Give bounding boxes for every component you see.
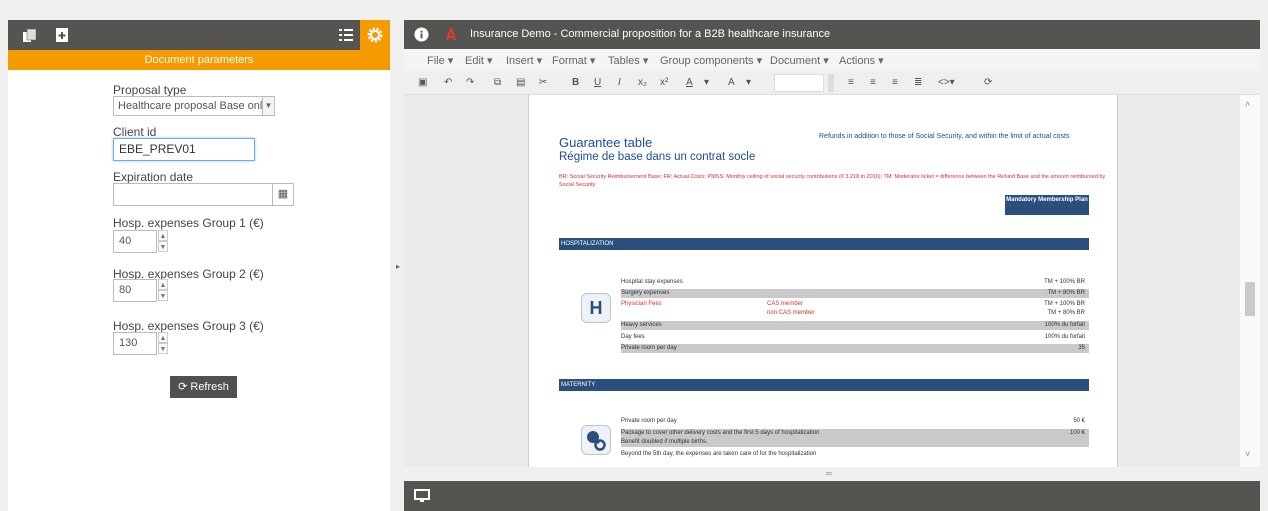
client-id-input[interactable]: EBE_PREV01 [113,138,255,161]
menu-tables[interactable]: Tables ▾ [608,54,648,67]
table-row: Private room per day 50 € [621,418,1085,424]
proposal-type-label: Proposal type [113,83,187,97]
table-row: Package to cover other delivery costs an… [621,429,1089,447]
scroll-down-icon[interactable]: ˅ [1245,449,1250,459]
splitter-handle[interactable]: ▸ [396,262,400,271]
align-right-icon[interactable]: ≡ [892,77,898,88]
document-title: Insurance Demo - Commercial proposition … [470,28,831,40]
hosp3-label: Hosp. expenses Group 3 (€) [113,319,264,333]
hospital-icon: H [581,293,611,323]
editor-panel: Insurance Demo - Commercial proposition … [404,20,1260,467]
refresh-button[interactable]: ⟳ Refresh [170,376,237,398]
table-row: Heavy services 100% du forfait [621,321,1089,330]
hosp2-stepper[interactable]: ▲ ▼ [158,279,168,302]
bottom-bar [404,481,1260,511]
format-toolbar: ▣ ↶ ↷ ⧉ ▤ ✂ B U I x₂ x² A ▾ A ▾ ≡ ≡ ≡ ≣ … [404,71,1260,95]
table-row: Private room per day 35 [621,344,1089,353]
hosp1-label: Hosp. expenses Group 1 (€) [113,216,264,230]
table-row: Hospital stay expenses TM + 100% BR [621,279,1085,285]
app-window: Document parameters Proposal type Health… [0,0,1268,511]
gear-icon [367,27,383,43]
pacifier-icon [581,425,611,455]
table-row: Surgery expenses TM + 80% BR [621,289,1089,298]
scrollbar-thumb[interactable] [1245,282,1255,316]
hosp1-stepper[interactable]: ▲ ▼ [158,230,168,253]
underline-button[interactable]: U [594,77,601,88]
doc-subheading: Régime de base dans un contrat socle [559,151,756,163]
new-document-icon[interactable] [54,27,70,43]
menu-bar: File ▾ Edit ▾ Insert ▾ Format ▾ Tables ▾… [404,49,1260,71]
expiration-date-label: Expiration date [113,170,194,184]
doc-footnote: BR: Social Security Reimbursement Base; … [559,174,1106,188]
hosp1-input[interactable]: 40 [113,230,157,253]
parameters-panel: Document parameters Proposal type Health… [8,20,390,511]
paste-icon[interactable]: ▤ [516,77,525,88]
undo-icon[interactable]: ↶ [444,77,452,88]
subscript-button[interactable]: x₂ [638,77,647,88]
font-size-input[interactable] [774,74,824,92]
scroll-up-icon[interactable]: ˄ [1245,99,1250,109]
align-left-icon[interactable]: ≡ [848,77,854,88]
bg-color-button[interactable]: A [728,77,735,88]
redo-icon[interactable]: ↷ [466,77,474,88]
chevron-down-icon: ▼ [262,97,274,115]
client-id-label: Client id [113,125,157,139]
justify-icon[interactable]: ≣ [914,77,922,88]
table-row: Physician Fees CAS member TM + 100% BR [621,301,1085,307]
cut-icon[interactable]: ✂ [539,77,547,88]
refresh-label: Refresh [190,381,229,393]
refresh-doc-icon[interactable]: ⟳ [984,77,992,88]
menu-file[interactable]: File ▾ [427,54,453,67]
doc-heading: Guarantee table [559,135,653,150]
proposal-type-value: Healthcare proposal Base only [118,100,268,112]
refresh-icon: ⟳ [178,381,188,393]
toolbar-separator [828,74,834,92]
expiration-date-input[interactable] [113,183,273,206]
document-editor[interactable]: Guarantee table Régime de base dans un c… [404,95,1260,467]
vertical-scrollbar[interactable]: ˄ ˅ [1240,95,1260,467]
font-color-button[interactable]: A [686,77,693,88]
font-color-dropdown[interactable]: ▾ [704,77,709,88]
left-toolbar [8,20,390,50]
list-icon[interactable] [338,27,354,43]
italic-button[interactable]: I [618,77,621,88]
pdf-icon[interactable] [444,27,458,42]
documents-icon[interactable] [22,27,38,43]
menu-insert[interactable]: Insert ▾ [506,54,542,67]
resize-handle[interactable]: ═ [826,469,832,478]
proposal-type-select[interactable]: Healthcare proposal Base only ▼ [113,96,275,116]
document-page[interactable]: Guarantee table Régime de base dans un c… [528,95,1118,467]
menu-format[interactable]: Format ▾ [552,54,595,67]
panel-title: Document parameters [8,50,390,70]
table-row: non CAS member TM + 80% BR [767,310,1085,316]
bold-button[interactable]: B [572,77,579,88]
align-center-icon[interactable]: ≡ [870,77,876,88]
section-maternity: MATERNITY [559,379,1089,391]
calendar-icon[interactable]: ▦ [273,183,294,206]
menu-actions[interactable]: Actions ▾ [839,54,884,67]
save-icon[interactable]: ▣ [418,77,427,88]
menu-document[interactable]: Document ▾ [770,54,829,67]
menu-edit[interactable]: Edit ▾ [465,54,493,67]
table-row: Beyond the 5th day, the expenses are tak… [621,451,817,457]
title-bar: Insurance Demo - Commercial proposition … [404,20,1260,49]
plan-header: Mandatory Membership Plan [1005,195,1089,215]
copy-icon[interactable]: ⧉ [494,77,501,88]
info-icon[interactable] [414,27,429,42]
table-row: Day fees 100% du forfait [621,334,1085,340]
hosp3-stepper[interactable]: ▲ ▼ [158,332,168,355]
menu-group-components[interactable]: Group components ▾ [660,54,762,67]
doc-note-right: Refunds in addition to those of Social S… [819,133,1070,140]
settings-tab[interactable] [360,20,390,50]
monitor-icon[interactable] [414,489,430,503]
hosp2-input[interactable]: 80 [113,279,157,302]
bg-color-dropdown[interactable]: ▾ [746,77,751,88]
hosp3-input[interactable]: 130 [113,332,157,355]
superscript-button[interactable]: x² [660,77,668,88]
section-hospitalization: HOSPITALIZATION [559,238,1089,250]
source-code-icon[interactable]: <>▾ [938,77,955,88]
